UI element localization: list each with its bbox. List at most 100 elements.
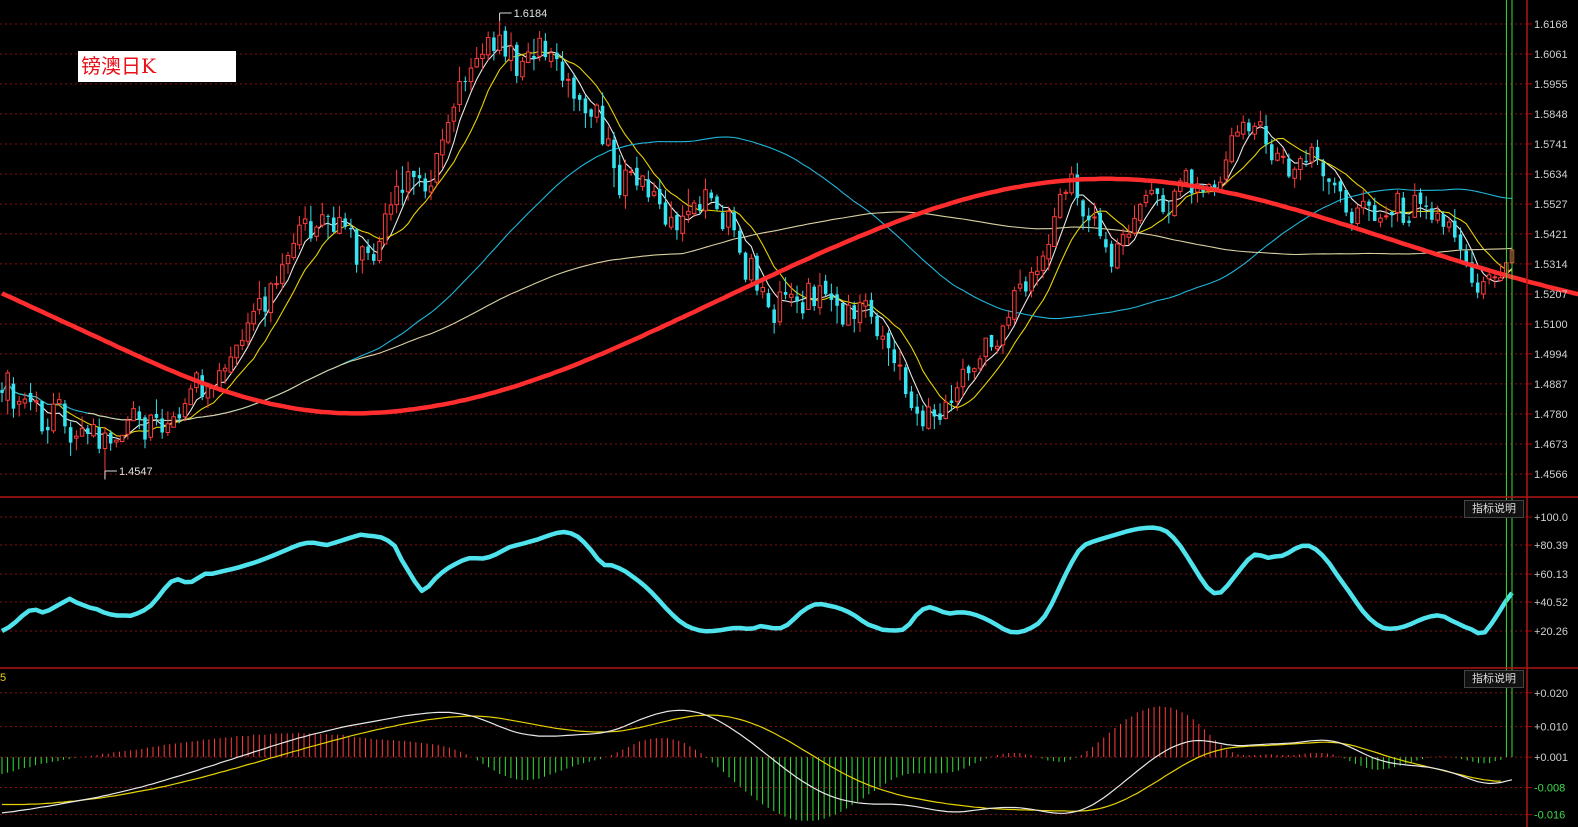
candle-body-down: [11, 383, 16, 409]
rsi-tick-label: +100.0: [1534, 512, 1568, 524]
candle-body-up: [1240, 121, 1246, 135]
candle-body-down: [1407, 220, 1411, 223]
candle-body-down: [1270, 144, 1274, 161]
candle-body-down: [698, 204, 702, 211]
candle-body-up: [22, 398, 28, 404]
candle-body-up: [165, 423, 171, 434]
candle-body-down: [1430, 208, 1434, 220]
candle-body-up: [279, 264, 285, 284]
candle-body-up: [548, 52, 554, 62]
candle-body-up: [125, 419, 131, 435]
price-tick-label: 1.5848: [1534, 109, 1568, 121]
candle-body-up: [726, 210, 731, 228]
rsi-explain-button[interactable]: 指标说明: [1464, 500, 1524, 518]
price-tick-label: 1.4887: [1534, 379, 1568, 391]
candle-body-down: [892, 349, 897, 364]
candle-body-down: [869, 299, 874, 317]
candle-body-down: [1081, 200, 1085, 217]
candle-body-down: [1321, 162, 1326, 177]
price-tick-label: 1.6061: [1534, 49, 1568, 61]
candle-body-up: [703, 189, 708, 212]
candle-body-down: [720, 212, 725, 230]
macd-corner-label: 5: [0, 672, 7, 684]
candle-body-down: [657, 188, 662, 205]
candle-body-down: [1086, 215, 1091, 221]
price-tick-label: 1.5207: [1534, 289, 1568, 301]
price-tick-label: 1.5100: [1534, 319, 1568, 331]
candle-body-down: [412, 170, 416, 178]
candle-body-down: [1418, 192, 1423, 205]
candle-body-up: [1223, 159, 1229, 180]
candle-body-up: [131, 408, 136, 422]
price-tick-label: 1.5741: [1534, 139, 1568, 151]
candle-body-down: [663, 202, 668, 225]
candle-body-down: [1264, 125, 1268, 145]
candle-body-up: [1292, 168, 1297, 179]
candle-body-up: [377, 240, 382, 262]
candle-body-up: [440, 139, 445, 156]
candle-body-up: [1235, 131, 1240, 137]
candle-body-down: [1332, 182, 1337, 186]
candle-body-down: [743, 252, 748, 280]
candle-body-up: [520, 60, 525, 78]
price-tick-label: 1.4673: [1534, 439, 1568, 451]
candle-body-down: [372, 254, 376, 261]
candle-body-up: [314, 226, 319, 237]
candle-body-down: [1401, 197, 1406, 223]
candle-body-up: [760, 287, 765, 293]
candle-body-down: [738, 230, 742, 253]
candle-body-up: [1115, 243, 1120, 269]
candle-body-up: [1012, 290, 1017, 320]
candle-body-up: [525, 51, 531, 63]
candle-body-down: [154, 413, 159, 418]
candle-body-down: [343, 218, 347, 227]
candle-body-down: [766, 293, 771, 308]
candle-body-up: [651, 191, 657, 196]
candle-body-down: [841, 302, 845, 325]
candle-body-down: [732, 212, 736, 231]
candle-body-up: [114, 439, 119, 443]
macd-tick-label: +0.001: [1534, 752, 1568, 764]
candle-body-down: [829, 293, 834, 300]
candle-body-up: [1069, 173, 1074, 194]
candle-body-up: [251, 310, 256, 325]
macd-tick-label: +0.020: [1534, 688, 1568, 700]
candle-body-down: [1424, 205, 1428, 207]
candle-body-up: [1383, 215, 1389, 218]
candle-body-up: [806, 282, 811, 310]
candle-body-up: [1446, 221, 1452, 228]
candle-body-up: [474, 58, 480, 68]
candle-body-up: [789, 293, 794, 298]
candle-body-down: [68, 427, 73, 443]
low-label: 1.4547: [119, 466, 153, 478]
candle-body-up: [268, 283, 274, 314]
candle-body-down: [0, 390, 4, 393]
price-tick-label: 1.5955: [1534, 79, 1568, 91]
candle-body-up: [1486, 274, 1492, 280]
candle-body-up: [777, 291, 783, 323]
candle-body-up: [1034, 270, 1040, 276]
macd-explain-button[interactable]: 指标说明: [1464, 670, 1524, 688]
rsi-line: [0, 525, 1514, 636]
candle-body-up: [291, 242, 296, 258]
candle-body-up: [91, 424, 96, 437]
candle-body-up: [1006, 316, 1011, 326]
rsi-tick-label: +20.26: [1534, 626, 1568, 638]
candle-body-down: [1287, 158, 1291, 177]
candle-body-up: [405, 171, 411, 193]
macd-tick-label: -0.016: [1534, 810, 1565, 822]
chart-canvas: 1.6184 1.4547 +100.0 +80.39 +60.13 +40.52 +20…: [0, 0, 1578, 827]
candle-body-up: [257, 297, 262, 311]
candle-body-down: [589, 109, 593, 117]
candle-body-up: [1017, 283, 1023, 289]
candle-body-down: [1104, 239, 1108, 248]
macd-tick-label: -0.008: [1534, 783, 1565, 795]
candle-body-down: [40, 401, 44, 432]
macd-tick-label: +0.010: [1534, 722, 1568, 734]
candle-body-up: [1052, 216, 1057, 248]
candle-body-up: [148, 414, 153, 438]
candle-body-up: [360, 246, 365, 261]
candle-body-up: [205, 385, 211, 399]
candle-body-up: [34, 400, 39, 403]
candle-body-up: [686, 210, 691, 216]
